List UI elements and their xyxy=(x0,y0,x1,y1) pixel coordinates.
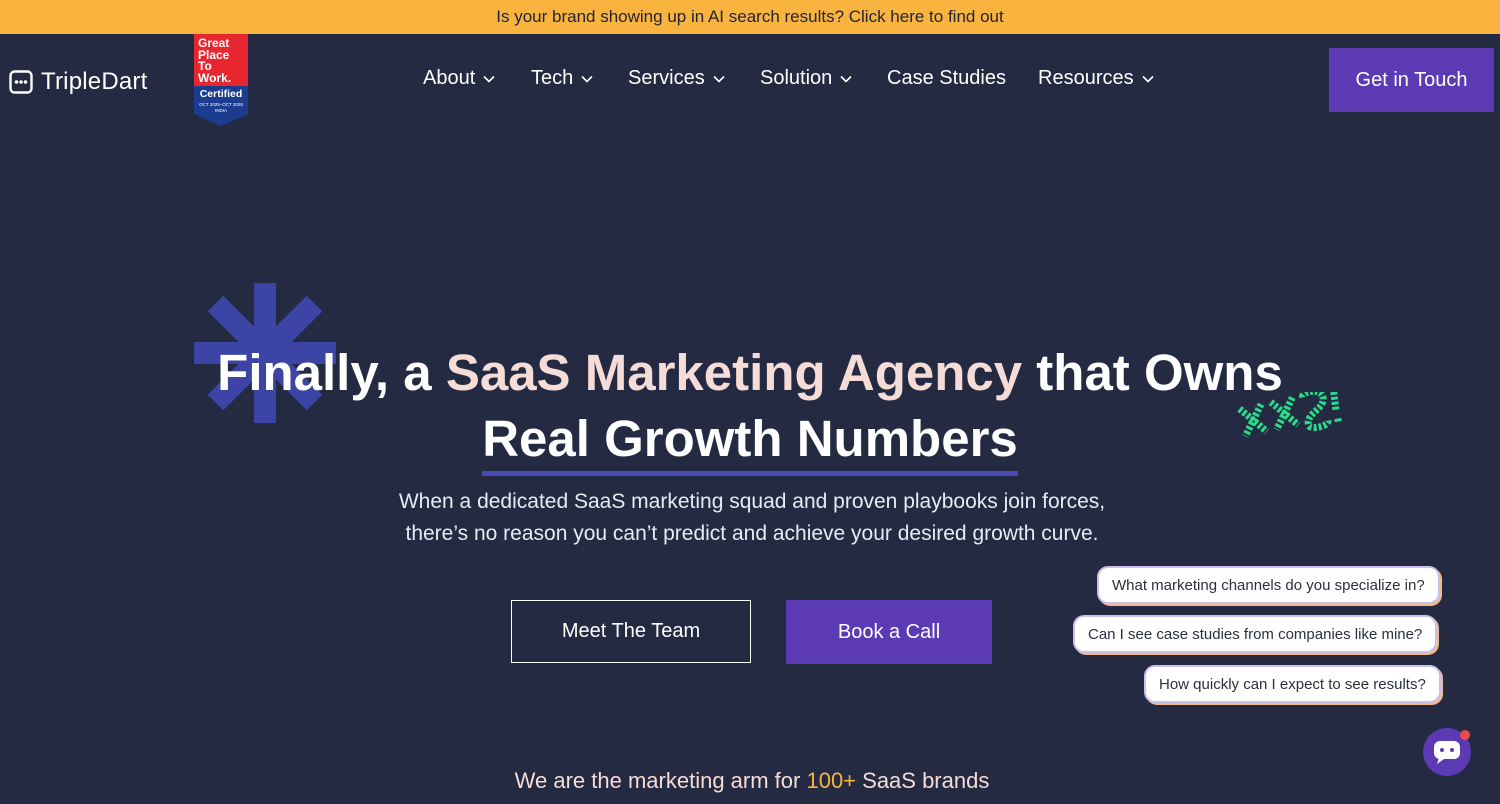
announcement-banner[interactable]: Is your brand showing up in AI search re… xyxy=(0,0,1500,34)
chat-suggestion[interactable]: Can I see case studies from companies li… xyxy=(1075,617,1436,651)
chevron-down-icon xyxy=(483,75,495,83)
book-a-call-button[interactable]: Book a Call xyxy=(786,600,992,664)
announcement-text[interactable]: Is your brand showing up in AI search re… xyxy=(496,7,1003,27)
nav-item-solution[interactable]: Solution xyxy=(760,67,852,90)
nav-item-services[interactable]: Services xyxy=(628,67,725,90)
nav-item-case-studies[interactable]: Case Studies xyxy=(887,67,1006,90)
hero-headline: Finally, a SaaS Marketing Agency that Ow… xyxy=(0,340,1500,476)
chevron-down-icon xyxy=(581,75,593,83)
navbar: TripleDart Great Place To Work. Certifie… xyxy=(0,34,1500,126)
main-nav: About Tech Services Solution Case Studie… xyxy=(0,34,1500,126)
nav-item-resources[interactable]: Resources xyxy=(1038,67,1154,90)
chevron-down-icon xyxy=(1142,75,1154,83)
hero-subheading: When a dedicated SaaS marketing squad an… xyxy=(398,490,1106,545)
nav-item-tech[interactable]: Tech xyxy=(531,67,593,90)
headline-line-2: Real Growth Numbers xyxy=(0,406,1500,476)
headline-accent: SaaS Marketing Agency xyxy=(445,344,1023,401)
brands-statement: We are the marketing arm for 100+ SaaS b… xyxy=(514,768,990,793)
chevron-down-icon xyxy=(713,75,725,83)
headline-underlined: Real Growth Numbers xyxy=(482,409,1018,476)
nav-item-about[interactable]: About xyxy=(423,67,495,90)
brands-count: 100+ xyxy=(806,768,857,793)
get-in-touch-button[interactable]: Get in Touch xyxy=(1329,48,1494,112)
chevron-down-icon xyxy=(840,75,852,83)
headline-line-1: Finally, a SaaS Marketing Agency that Ow… xyxy=(217,344,1283,401)
notification-dot xyxy=(1460,730,1470,740)
chat-suggestion[interactable]: How quickly can I expect to see results? xyxy=(1146,667,1439,701)
chat-suggestion[interactable]: What marketing channels do you specializ… xyxy=(1099,568,1438,602)
meet-the-team-button[interactable]: Meet The Team xyxy=(511,600,751,663)
